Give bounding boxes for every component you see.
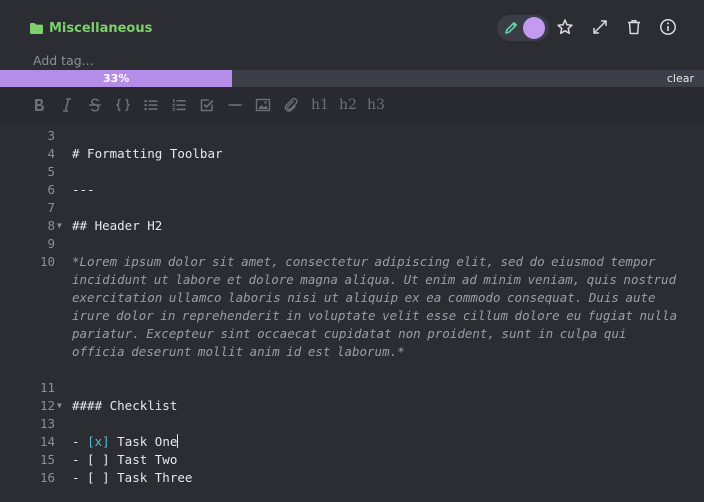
toggle-knob xyxy=(523,17,545,39)
line-number: 9 xyxy=(47,236,55,251)
editor-line: 15 - [ ] Tast Two xyxy=(0,451,704,469)
editor-line: 8 ▼ ## Header H2 xyxy=(0,217,704,235)
folder-name: Miscellaneous xyxy=(49,20,153,36)
info-icon[interactable] xyxy=(659,18,677,36)
code-icon[interactable] xyxy=(113,95,133,115)
checklist-progress-bar: 33% clear xyxy=(0,70,704,87)
editor-line: 13 xyxy=(0,415,704,433)
line-text: # Formatting Toolbar xyxy=(72,146,223,161)
editor-line: 4 # Formatting Toolbar xyxy=(0,145,704,163)
line-text: - [x] Task One xyxy=(72,433,179,451)
editor-line: 3 xyxy=(0,127,704,145)
folder-selector[interactable]: Miscellaneous xyxy=(30,17,152,39)
task-label: Task One xyxy=(109,434,178,449)
editor-line: 10 *Lorem ipsum dolor sit amet, consecte… xyxy=(0,253,704,379)
edit-preview-toggle[interactable] xyxy=(497,15,549,41)
line-number: 11 xyxy=(39,380,55,395)
italic-paragraph: *Lorem ipsum dolor sit amet, consectetur… xyxy=(72,254,678,359)
editor-line: 5 xyxy=(0,163,704,181)
editor-line: 7 xyxy=(0,199,704,217)
bold-icon[interactable] xyxy=(29,95,49,115)
editor-line: 12 ▼ #### Checklist xyxy=(0,397,704,415)
pencil-icon xyxy=(505,22,517,34)
formatting-toolbar: h1 h2 h3 xyxy=(0,87,704,123)
attachment-icon[interactable] xyxy=(281,95,301,115)
star-icon[interactable] xyxy=(556,18,574,36)
fold-toggle-icon[interactable]: ▼ xyxy=(57,397,62,415)
numbered-list-icon[interactable] xyxy=(169,95,189,115)
markdown-editor[interactable]: 3 4 # Formatting Toolbar 5 6 --- 7 8 ▼ #… xyxy=(0,127,704,502)
line-text: - [ ] Task Three xyxy=(72,470,193,485)
line-text: ## Header H2 xyxy=(72,218,163,233)
heading-1-button[interactable]: h1 xyxy=(309,95,331,115)
strikethrough-icon[interactable] xyxy=(85,95,105,115)
expand-icon[interactable] xyxy=(591,18,609,36)
tag-row xyxy=(33,50,233,70)
text-cursor xyxy=(177,434,179,448)
folder-icon xyxy=(30,22,43,34)
italic-icon[interactable] xyxy=(57,95,77,115)
editor-line: 16 - [ ] Task Three xyxy=(0,469,704,487)
line-number: 7 xyxy=(47,200,55,215)
line-number: 10 xyxy=(39,254,55,269)
line-number: 8 xyxy=(47,218,55,233)
editor-line: 6 --- xyxy=(0,181,704,199)
line-number: 16 xyxy=(39,470,55,485)
note-header: Miscellaneous xyxy=(0,0,704,50)
heading-2-button[interactable]: h2 xyxy=(337,95,359,115)
editor-line: 14 - [x] Task One xyxy=(0,433,704,451)
line-number: 13 xyxy=(39,416,55,431)
editor-line: 11 xyxy=(0,379,704,397)
line-number: 4 xyxy=(47,146,55,161)
line-number: 6 xyxy=(47,182,55,197)
line-number: 3 xyxy=(47,128,55,143)
heading-3-button[interactable]: h3 xyxy=(365,95,387,115)
fold-toggle-icon[interactable]: ▼ xyxy=(57,217,62,235)
line-number: 12 xyxy=(39,398,55,413)
image-icon[interactable] xyxy=(253,95,273,115)
line-number: 15 xyxy=(39,452,55,467)
line-text: - [ ] Tast Two xyxy=(72,452,178,467)
add-tag-input[interactable] xyxy=(33,53,233,68)
bulleted-list-icon[interactable] xyxy=(141,95,161,115)
line-number: 14 xyxy=(39,434,55,449)
line-number: 5 xyxy=(47,164,55,179)
clear-button[interactable]: clear xyxy=(667,70,694,87)
checklist-icon[interactable] xyxy=(197,95,217,115)
progress-percent: 33% xyxy=(102,72,130,85)
line-text: #### Checklist xyxy=(72,398,178,413)
list-marker: - xyxy=(72,434,88,449)
horizontal-rule-icon[interactable] xyxy=(225,95,245,115)
checked-checkbox[interactable]: [x] xyxy=(87,434,110,449)
editor-line: 9 xyxy=(0,235,704,253)
line-text: --- xyxy=(72,182,95,197)
trash-icon[interactable] xyxy=(625,18,643,36)
